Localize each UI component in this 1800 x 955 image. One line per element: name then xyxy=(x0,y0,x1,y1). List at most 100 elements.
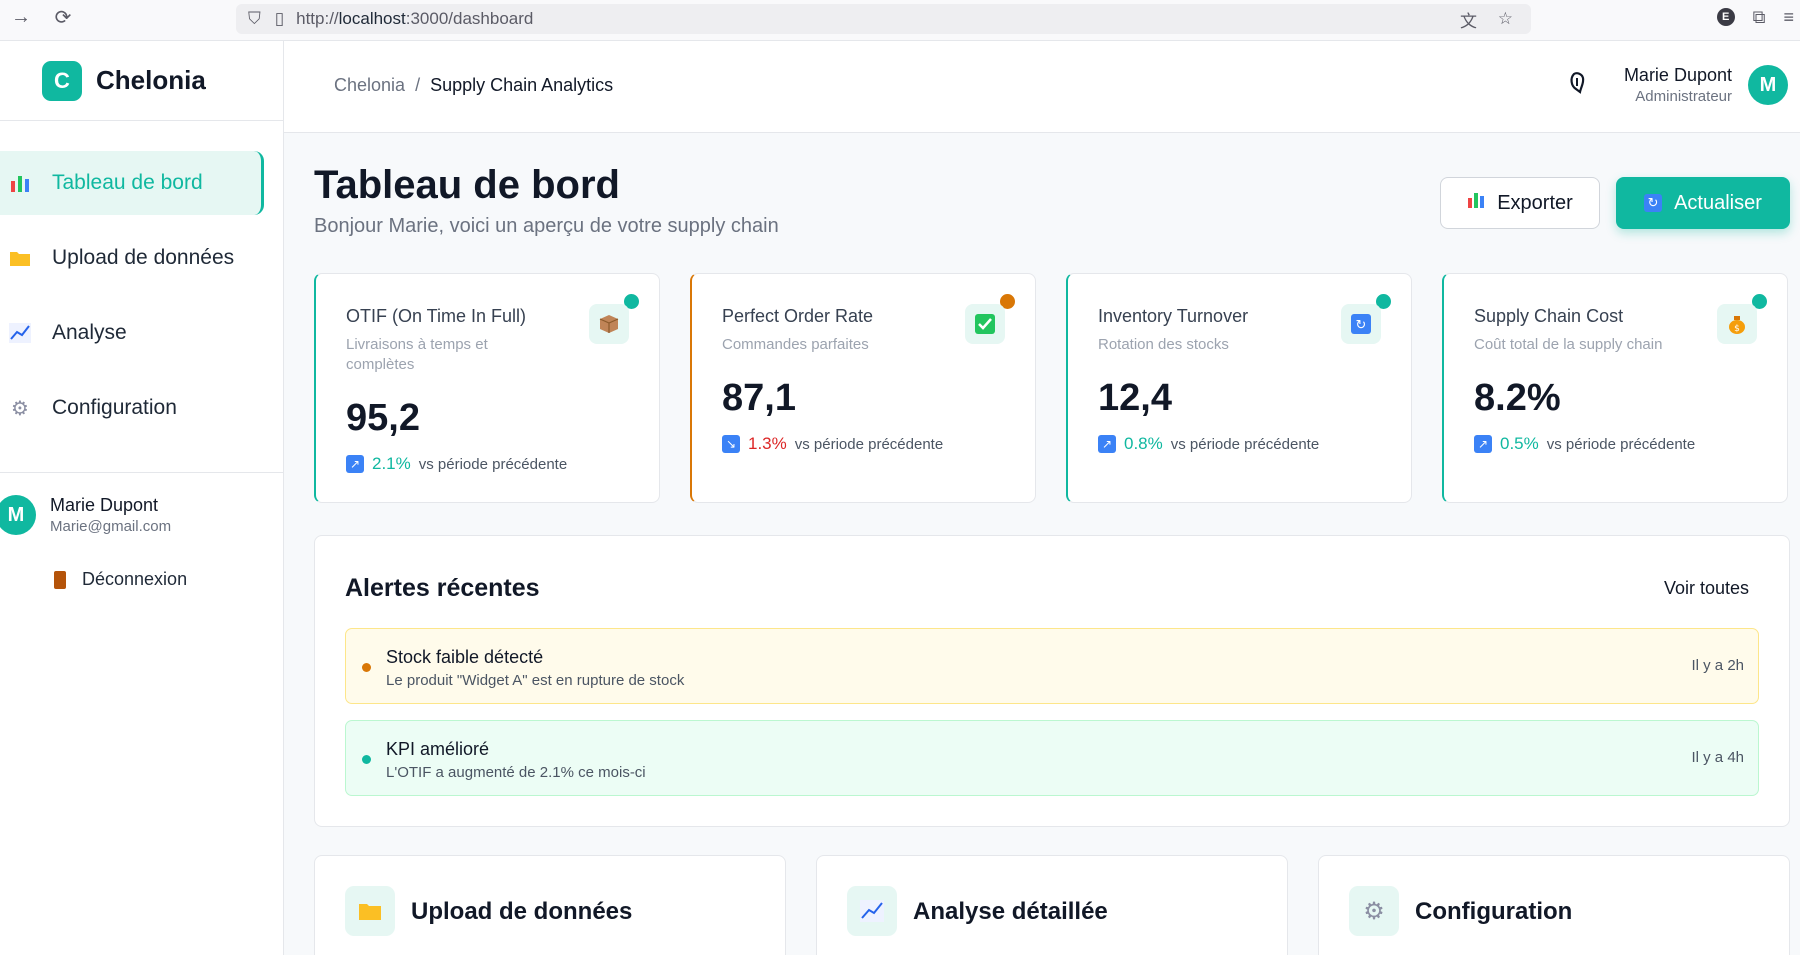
page-icon: ▯ xyxy=(274,9,285,28)
kpi-card-supply-chain-cost[interactable]: $ Supply Chain Cost Coût total de la sup… xyxy=(1442,273,1788,503)
kpi-title: Inventory Turnover xyxy=(1098,306,1249,326)
sidebar-user: M Marie Dupont Marie@gmail.com Déconnexi… xyxy=(0,472,284,590)
check-icon xyxy=(965,304,1005,344)
refresh-icon: ↻ xyxy=(1644,194,1663,212)
kpi-title: Perfect Order Rate xyxy=(722,306,874,326)
trend-compare: vs période précédente xyxy=(1546,435,1696,453)
brand-logo: C xyxy=(42,60,82,101)
shield-icon: ⛉ xyxy=(248,9,261,28)
alert-title: KPI amélioré xyxy=(386,739,490,759)
kpi-trend: ↘ 1.3% vs période précédente xyxy=(722,434,1005,454)
refresh-label: Actualiser xyxy=(1674,191,1762,214)
page-title: Tableau de bord xyxy=(314,163,620,207)
breadcrumb-root[interactable]: Chelonia xyxy=(334,75,405,96)
sidebar-item-dashboard[interactable]: Tableau de bord xyxy=(0,151,264,215)
action-card-analysis[interactable]: Analyse détaillée xyxy=(816,855,1288,955)
see-all-link[interactable]: Voir toutes xyxy=(1664,578,1749,599)
breadcrumb-separator: / xyxy=(415,75,421,95)
profile-icon[interactable]: E xyxy=(1716,8,1735,26)
kpi-value: 8.2% xyxy=(1474,377,1561,419)
sidebar-item-label: Tableau de bord xyxy=(52,171,203,194)
kpi-card-otif[interactable]: OTIF (On Time In Full) Livraisons à temp… xyxy=(314,273,660,503)
action-title: Upload de données xyxy=(411,898,633,925)
menu-icon[interactable]: ≡ xyxy=(1783,7,1794,28)
trend-value: 0.8% xyxy=(1124,434,1163,453)
folder-icon xyxy=(345,886,395,936)
kpi-description: Livraisons à temps et complètes xyxy=(346,336,488,373)
header-avatar[interactable]: M xyxy=(1748,65,1788,105)
bookmark-star-icon[interactable]: ☆ xyxy=(1498,9,1513,29)
reload-icon[interactable]: ⟳ xyxy=(48,2,78,32)
export-button[interactable]: Exporter xyxy=(1440,177,1600,229)
trend-up-icon: ↗ xyxy=(346,455,364,473)
action-title: Configuration xyxy=(1415,898,1573,925)
action-card-upload[interactable]: Upload de données xyxy=(314,855,786,955)
forward-icon[interactable]: → xyxy=(6,2,36,32)
sidebar-item-configuration[interactable]: ⚙ Configuration xyxy=(0,376,264,440)
alerts-title: Alertes récentes xyxy=(345,574,540,602)
success-dot-icon xyxy=(362,755,371,764)
browser-toolbar: → ⟳ ⛉ ▯ http://localhost:3000/dashboard … xyxy=(0,0,1800,41)
brand-name: Chelonia xyxy=(96,65,206,95)
alert-message: L'OTIF a augmenté de 2.1% ce mois-ci xyxy=(386,764,646,781)
export-label: Exporter xyxy=(1497,191,1573,214)
translate-icon[interactable]: 文 xyxy=(1460,7,1477,32)
avatar[interactable]: M xyxy=(0,495,36,535)
notification-icon[interactable] xyxy=(1568,70,1588,100)
kpi-title: OTIF (On Time In Full) xyxy=(346,306,527,326)
extensions-icon[interactable]: ⧉ xyxy=(1753,7,1766,28)
package-icon xyxy=(589,304,629,344)
logout-button[interactable]: Déconnexion xyxy=(54,569,284,590)
kpi-description: Commandes parfaites xyxy=(722,336,869,353)
sidebar-item-analysis[interactable]: Analyse xyxy=(0,301,264,365)
alert-time: Il y a 2h xyxy=(1691,657,1744,674)
url-bar[interactable]: ⛉ ▯ http://localhost:3000/dashboard 文 ☆ xyxy=(236,4,1531,34)
alert-title: Stock faible détecté xyxy=(386,647,544,667)
breadcrumb-current: Supply Chain Analytics xyxy=(430,75,614,95)
alert-message: Le produit "Widget A" est en rupture de … xyxy=(386,672,685,689)
sidebar-item-label: Analyse xyxy=(52,321,127,344)
alert-time: Il y a 4h xyxy=(1691,749,1744,766)
warning-dot-icon xyxy=(362,663,371,672)
kpi-value: 95,2 xyxy=(346,397,420,439)
quick-actions: Upload de données Analyse détaillée ⚙ Co… xyxy=(314,855,1790,955)
kpi-trend: ↗ 0.8% vs période précédente xyxy=(1098,434,1381,454)
bar-chart-icon xyxy=(8,171,32,195)
refresh-icon: ↻ xyxy=(1341,304,1381,344)
trend-value: 1.3% xyxy=(748,434,787,453)
alert-item[interactable]: Stock faible détecté Le produit "Widget … xyxy=(345,628,1759,704)
trend-compare: vs période précédente xyxy=(1170,435,1320,453)
trend-compare: vs période précédente xyxy=(418,455,568,473)
action-card-configuration[interactable]: ⚙ Configuration xyxy=(1318,855,1790,955)
breadcrumb: Chelonia / Supply Chain Analytics xyxy=(334,75,613,96)
logout-label: Déconnexion xyxy=(82,569,188,589)
header-user-role: Administrateur xyxy=(1635,88,1732,105)
brand[interactable]: C Chelonia xyxy=(0,41,283,121)
url-prefix: http:// xyxy=(296,9,339,28)
top-header: Chelonia / Supply Chain Analytics Marie … xyxy=(284,41,1800,133)
folder-icon xyxy=(8,246,32,270)
sidebar-item-upload[interactable]: Upload de données xyxy=(0,226,264,290)
alert-item[interactable]: KPI amélioré L'OTIF a augmenté de 2.1% c… xyxy=(345,720,1759,796)
trend-compare: vs période précédente xyxy=(794,435,944,453)
user-name: Marie Dupont xyxy=(50,495,159,515)
svg-text:↻: ↻ xyxy=(1356,318,1367,333)
trend-value: 0.5% xyxy=(1500,434,1539,453)
gear-icon: ⚙ xyxy=(11,397,29,420)
action-title: Analyse détaillée xyxy=(913,898,1108,925)
sidebar-item-label: Configuration xyxy=(52,396,177,419)
kpi-card-perfect-order[interactable]: Perfect Order Rate Commandes parfaites 8… xyxy=(690,273,1036,503)
line-chart-icon xyxy=(8,321,32,345)
header-user-name: Marie Dupont xyxy=(1623,65,1732,85)
kpi-value: 12,4 xyxy=(1098,377,1172,419)
sidebar: C Chelonia Tableau de bord Upload de don… xyxy=(0,41,284,955)
gear-icon: ⚙ xyxy=(1349,886,1399,936)
trend-up-icon: ↗ xyxy=(1098,435,1116,453)
refresh-button[interactable]: ↻ Actualiser xyxy=(1616,177,1790,229)
kpi-title: Supply Chain Cost xyxy=(1474,306,1624,326)
kpi-value: 87,1 xyxy=(722,377,796,419)
money-bag-icon: $ xyxy=(1717,304,1757,344)
alerts-panel: Alertes récentes Voir toutes Stock faibl… xyxy=(314,535,1790,827)
kpi-card-inventory-turnover[interactable]: ↻ Inventory Turnover Rotation des stocks… xyxy=(1066,273,1412,503)
kpi-trend: ↗ 2.1% vs période précédente xyxy=(346,454,629,474)
